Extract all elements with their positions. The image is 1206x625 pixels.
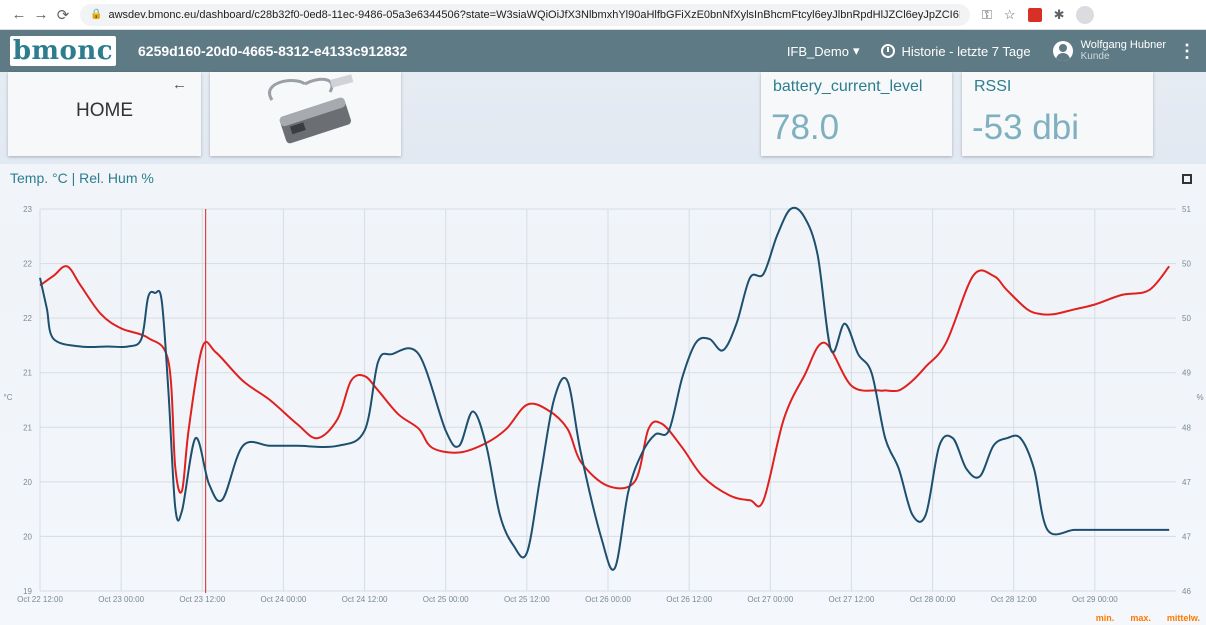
caret-down-icon: ▾ (852, 43, 860, 58)
x-tick-label: Oct 27 00:00 (747, 595, 793, 604)
rssi-value: -53 dbi (972, 108, 1080, 147)
device-image-tile (210, 72, 401, 156)
home-label: HOME (76, 100, 133, 121)
rssi-title: RSSI (974, 78, 1012, 95)
x-tick-label: Oct 26 12:00 (666, 595, 712, 604)
back-arrow-icon[interactable]: ← (172, 76, 187, 93)
y2-tick-label: 47 (1182, 478, 1191, 487)
y2-tick-label: 50 (1182, 260, 1191, 269)
battery-level-tile[interactable]: battery_current_level 78.0 (761, 72, 952, 156)
chart-panel: 23 51 22 50 22 50 21 49 21 48 20 47 20 47 19 46 Oct 22 1… (0, 164, 1206, 625)
browser-toolbar: ← → ⟳ 🔒 awsdev.bmonc.eu/dashboard/c28b32… (0, 0, 1206, 30)
key-icon[interactable]: ⚿ (982, 7, 992, 23)
temperature-series-line (39, 265, 1170, 508)
fullscreen-icon[interactable] (1182, 174, 1192, 184)
logo[interactable]: bmonc (10, 36, 116, 66)
x-tick-label: Oct 25 00:00 (423, 595, 469, 604)
dashboard-select[interactable]: IFB_Demo ▾ (787, 43, 860, 59)
reload-icon[interactable]: ⟳ (52, 4, 74, 26)
x-tick-label: Oct 28 00:00 (910, 595, 956, 604)
legend-max[interactable]: max. (1130, 613, 1151, 623)
user-menu[interactable]: Wolfgang Hubner Kunde (1052, 39, 1166, 63)
y-axis-label: °C (4, 393, 13, 402)
y-tick-label: 22 (23, 314, 32, 323)
y-tick-label: 23 (23, 205, 32, 214)
legend: min. max. mittelw. (1096, 613, 1200, 623)
x-tick-label: Oct 23 00:00 (98, 595, 144, 604)
y2-tick-label: 49 (1182, 369, 1191, 378)
x-tick-label: Oct 27 12:00 (829, 595, 875, 604)
app-header: bmonc 6259d160-20d0-4665-8312-e4133c9128… (0, 30, 1206, 72)
y-tick-label: 22 (23, 260, 32, 269)
user-avatar-icon (1052, 41, 1073, 61)
y2-axis-label: % (1196, 393, 1203, 402)
x-tick-label: Oct 24 00:00 (261, 595, 307, 604)
y2-tick-label: 47 (1182, 532, 1191, 541)
y2-tick-label: 50 (1182, 314, 1191, 323)
battery-value: 78.0 (771, 108, 840, 147)
rssi-tile[interactable]: RSSI -53 dbi (962, 72, 1153, 156)
url-text: awsdev.bmonc.eu/dashboard/c28b32f0-0ed8-… (108, 8, 960, 21)
clock-icon (881, 44, 896, 58)
y-tick-label: 20 (23, 478, 32, 487)
puzzle-icon[interactable]: ✱ (1054, 7, 1065, 23)
x-tick-label: Oct 26 00:00 (585, 595, 631, 604)
history-button[interactable]: Historie - letzte 7 Tage (881, 43, 1031, 59)
x-tick-label: Oct 28 12:00 (991, 595, 1037, 604)
home-tile[interactable]: ← HOME (8, 72, 201, 156)
browser-profile-icon[interactable] (1076, 5, 1095, 24)
legend-min[interactable]: min. (1096, 613, 1115, 623)
x-tick-label: Oct 25 12:00 (504, 595, 550, 604)
y-tick-label: 21 (23, 423, 32, 432)
address-bar[interactable]: 🔒 awsdev.bmonc.eu/dashboard/c28b32f0-0ed… (80, 3, 970, 26)
x-tick-label: Oct 29 00:00 (1072, 595, 1118, 604)
more-vert-icon[interactable]: ⋮ (1178, 41, 1196, 62)
history-label: Historie - letzte 7 Tage (901, 43, 1031, 59)
chart-title: Temp. °C | Rel. Hum % (10, 170, 154, 186)
humidity-series-line (39, 206, 1170, 571)
device-image (268, 74, 354, 144)
y-tick-label: 21 (23, 369, 32, 378)
temp-humidity-chart[interactable]: 23 5122 5022 5021 4921 4820 4720 4719 46Oct 22 1… (0, 164, 1206, 625)
battery-title: battery_current_level (773, 78, 923, 95)
device-id-title: 6259d160-20d0-4665-8312-e4133c912832 (138, 43, 408, 59)
x-tick-label: Oct 22 12:00 (17, 595, 63, 604)
logo-text: bmonc (12, 36, 114, 66)
y2-tick-label: 51 (1182, 205, 1191, 214)
x-tick-label: Oct 24 12:00 (342, 595, 388, 604)
user-name: Wolfgang Hubner (1080, 39, 1166, 51)
star-icon[interactable]: ☆ (1004, 7, 1016, 23)
x-tick-label: Oct 23 12:00 (179, 595, 225, 604)
y-tick-label: 20 (23, 532, 32, 541)
forward-icon[interactable]: → (30, 4, 52, 26)
back-icon[interactable]: ← (8, 4, 30, 26)
y2-tick-label: 48 (1182, 423, 1191, 432)
lock-icon: 🔒 (90, 9, 103, 20)
user-role: Kunde (1080, 51, 1110, 62)
extension-icon[interactable] (1027, 7, 1042, 22)
dashboard-select-label: IFB_Demo (786, 43, 849, 59)
y2-tick-label: 46 (1182, 587, 1191, 596)
legend-avg[interactable]: mittelw. (1167, 613, 1200, 623)
